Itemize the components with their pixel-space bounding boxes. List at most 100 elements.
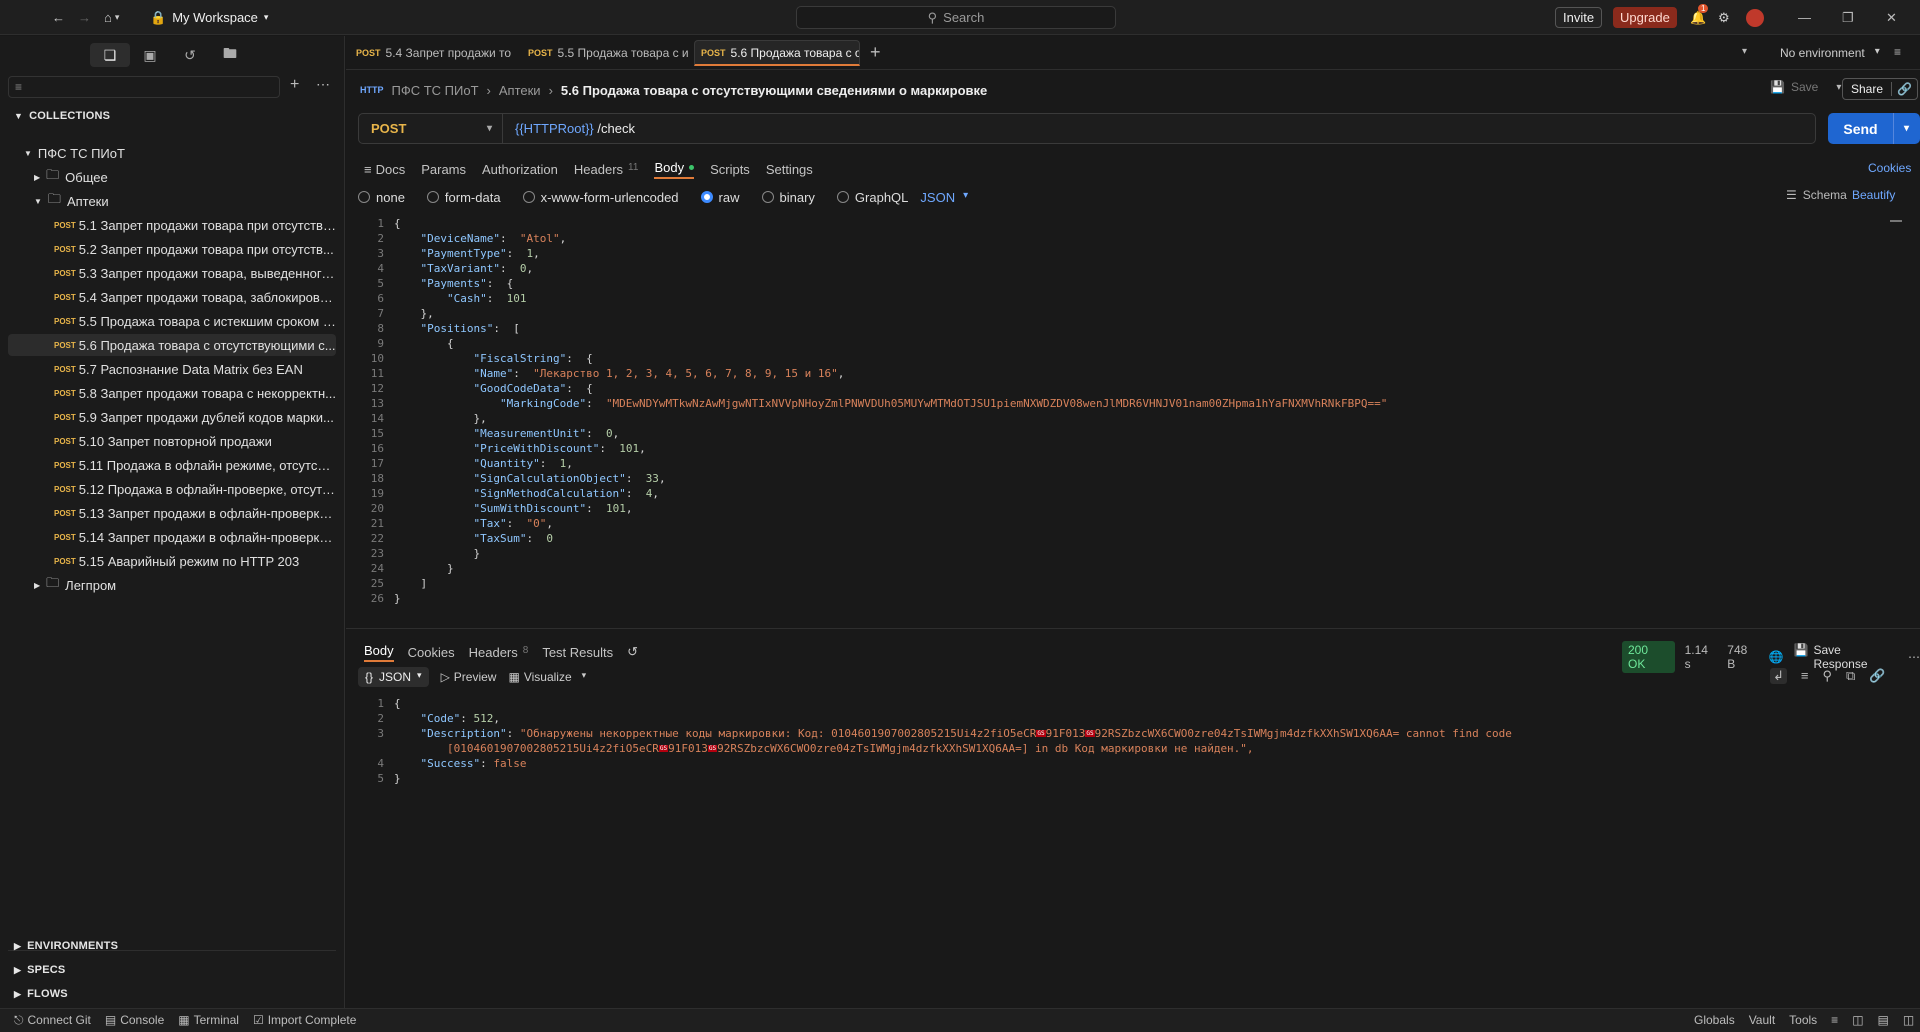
beautify-button[interactable]: Beautify <box>1852 188 1895 202</box>
link-icon[interactable]: 🔗 <box>1891 82 1917 96</box>
scrollbar-thumb[interactable] <box>1890 220 1902 222</box>
wrap-icon[interactable]: ↲ <box>1770 668 1787 684</box>
globals-button[interactable]: Globals <box>1694 1013 1735 1027</box>
cookies-link[interactable]: Cookies <box>1868 161 1911 175</box>
history-icon[interactable]: ↺ <box>627 644 638 660</box>
radio-raw[interactable]: raw <box>700 190 740 205</box>
language-select[interactable]: JSON ▾ <box>920 190 968 205</box>
sidebar-request[interactable]: POST 5.8 Запрет продажи товара с некоррек… <box>0 382 336 404</box>
sidebar-request[interactable]: POST 5.15 Аварийный режим по HTTP 203 <box>0 550 336 572</box>
tools-button[interactable]: Tools <box>1789 1013 1817 1027</box>
tab-scripts[interactable]: Scripts <box>710 162 750 177</box>
collections-icon[interactable]: ❏ <box>90 43 130 67</box>
send-dropdown-icon[interactable]: ▾ <box>1893 113 1919 144</box>
breadcrumb-folder[interactable]: Аптеки <box>499 83 541 98</box>
share-button[interactable]: Share 🔗 <box>1842 78 1918 100</box>
help-icon[interactable]: ◫ <box>1903 1013 1914 1027</box>
request-tab[interactable]: POST 5.5 Продажа товара с и <box>522 40 690 66</box>
avatar[interactable] <box>1746 0 1764 35</box>
import-status[interactable]: ☑ Import Complete <box>253 1013 356 1028</box>
sidebar-request[interactable]: POST 5.13 Запрет продажи в офлайн-проверк… <box>0 502 336 524</box>
back-icon[interactable]: ← <box>52 0 65 35</box>
layout-icon[interactable]: ≡ <box>1831 1013 1838 1027</box>
sidebar-request[interactable]: POST 5.5 Продажа товара с истекшим сроком… <box>0 310 336 332</box>
preview-button[interactable]: ▷ Preview <box>441 670 497 684</box>
tab-response-headers[interactable]: Headers 8 <box>469 645 529 660</box>
radio-binary[interactable]: binary <box>761 190 815 205</box>
upgrade-button[interactable]: Upgrade <box>1613 7 1677 28</box>
environments-icon[interactable]: ▣ <box>130 43 170 67</box>
search-icon[interactable]: ⚲ <box>1823 668 1833 684</box>
tab-authorization[interactable]: Authorization <box>482 162 558 177</box>
copy-icon[interactable]: ⧉ <box>1846 668 1855 684</box>
request-body-editor[interactable]: 1{ 2 "DeviceName": "Atol", 3 "PaymentTyp… <box>346 216 1920 628</box>
home-icon[interactable]: ⌂ ▾ <box>104 0 119 35</box>
more-icon[interactable]: ⋯ <box>316 76 330 93</box>
history-icon[interactable]: ↺ <box>170 43 210 67</box>
format-select[interactable]: {} JSON ▾ <box>358 667 429 687</box>
radio-none[interactable]: none <box>358 190 405 205</box>
vault-button[interactable]: Vault <box>1749 1013 1775 1027</box>
add-icon[interactable]: + <box>290 76 299 94</box>
collection-root[interactable]: ▼ ПФС ТС ПИоТ <box>0 142 344 164</box>
tab-response-cookies[interactable]: Cookies <box>408 645 455 660</box>
tab-response-body[interactable]: Body <box>364 643 394 662</box>
tab-test-results[interactable]: Test Results <box>542 645 613 660</box>
sidebar-request[interactable]: POST 5.1 Запрет продажи товара при отсутс… <box>0 214 336 236</box>
sidebar-request[interactable]: POST 5.2 Запрет продажи товара при отсутс… <box>0 238 336 260</box>
response-body-viewer[interactable]: 1{ 2 "Code": 512, 3 "Description": "Обна… <box>346 696 1920 796</box>
sidebar-request-selected[interactable]: POST 5.6 Продажа товара с отсутствующими … <box>8 334 336 356</box>
filter-icon[interactable]: ≡ <box>1801 668 1809 684</box>
status-badge[interactable]: 200 OK <box>1622 641 1675 673</box>
url-input[interactable]: {{HTTPRoot}} /check <box>503 121 635 136</box>
more-icon[interactable]: ⋯ <box>1908 650 1920 664</box>
folder-legprom[interactable]: ▶ 🗀 Легпром <box>0 574 344 596</box>
split-icon[interactable]: ▤ <box>1878 1013 1889 1027</box>
tab-docs[interactable]: ≡ Docs <box>364 162 405 177</box>
filter-input[interactable]: ≡ <box>8 76 280 98</box>
sidebar-request[interactable]: POST 5.11 Продажа в офлайн режиме, отсутс… <box>0 454 336 476</box>
search-bar[interactable]: ⚲ Search <box>796 6 1116 29</box>
response-size[interactable]: 748 B <box>1727 643 1758 671</box>
collections-section[interactable]: ▼ COLLECTIONS <box>14 110 110 122</box>
radio-graphql[interactable]: GraphQL <box>836 190 908 205</box>
close-icon[interactable]: ✕ <box>1886 0 1897 35</box>
schema-button[interactable]: ☰ Schema <box>1786 188 1847 202</box>
send-button[interactable]: Send ▾ <box>1828 113 1920 144</box>
console-button[interactable]: ▤ Console <box>105 1013 164 1028</box>
tab-body[interactable]: Body <box>654 160 695 179</box>
settings-icon[interactable]: ⚙ <box>1718 0 1730 35</box>
folder-icon[interactable]: 🖿 <box>210 43 250 67</box>
sidebar-request[interactable]: POST 5.7 Распознание Data Matrix без EAN <box>0 358 336 380</box>
globe-icon[interactable]: 🌐 <box>1769 650 1784 664</box>
sidebar-request[interactable]: POST 5.14 Запрет продажи в офлайн-проверк… <box>0 526 336 548</box>
specs-section[interactable]: ▶ SPECS <box>14 964 65 976</box>
tab-params[interactable]: Params <box>421 162 466 177</box>
pane-icon[interactable]: ◫ <box>1852 1013 1863 1027</box>
terminal-button[interactable]: ▦ Terminal <box>178 1013 239 1028</box>
method-select[interactable]: POST ▾ <box>359 114 503 143</box>
invite-button[interactable]: Invite <box>1555 7 1603 28</box>
tab-settings[interactable]: Settings <box>766 162 813 177</box>
request-tab-active[interactable]: POST 5.6 Продажа товара с о <box>694 40 860 66</box>
settings-panel-icon[interactable]: ≡ <box>1894 45 1901 59</box>
environment-selector[interactable]: No environment ▾ <box>1780 46 1880 60</box>
sidebar-request[interactable]: POST 5.10 Запрет повторной продажи <box>0 430 336 452</box>
new-tab-icon[interactable]: + <box>870 42 881 63</box>
minimize-icon[interactable]: — <box>1798 0 1811 35</box>
folder-obshee[interactable]: ▶ 🗀 Общее <box>0 166 344 188</box>
radio-urlencoded[interactable]: x-www-form-urlencoded <box>522 190 679 205</box>
request-tab[interactable]: POST 5.4 Запрет продажи то <box>350 40 516 66</box>
sidebar-request[interactable]: POST 5.4 Запрет продажи товара, заблокиро… <box>0 286 336 308</box>
sidebar-request[interactable]: POST 5.3 Запрет продажи товара, выведенно… <box>0 262 336 284</box>
notifications-icon[interactable]: 🔔 1 <box>1690 0 1709 35</box>
forward-icon[interactable]: → <box>78 0 91 35</box>
flows-section[interactable]: ▶ FLOWS <box>14 988 68 1000</box>
workspace-switcher[interactable]: 🔒 My Workspace ▾ <box>150 0 268 35</box>
maximize-icon[interactable]: ❐ <box>1842 0 1854 35</box>
connect-git-button[interactable]: ⎋ Connect Git <box>14 1013 91 1028</box>
visualize-button[interactable]: ▦ Visualize ▾ <box>508 670 586 684</box>
save-button[interactable]: 💾 Save ▾ <box>1770 80 1841 94</box>
response-time[interactable]: 1.14 s <box>1685 643 1718 671</box>
tab-headers[interactable]: Headers 11 <box>574 162 639 177</box>
